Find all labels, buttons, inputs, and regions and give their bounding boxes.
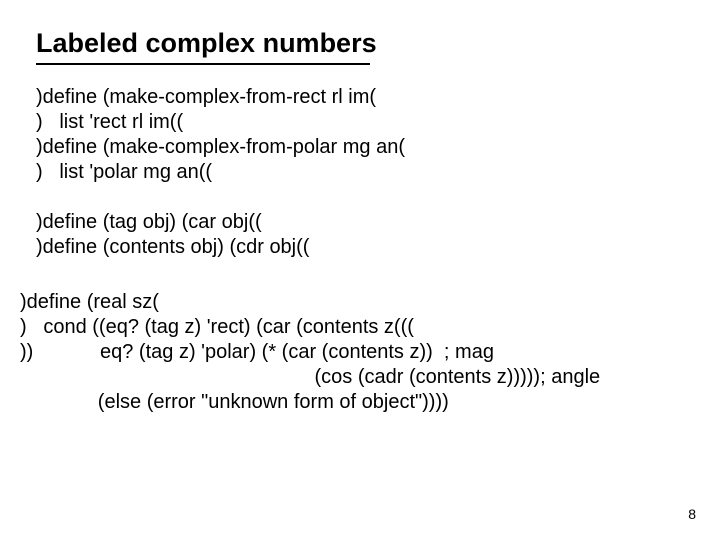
code-line: )define (contents obj) (cdr obj(( bbox=[36, 236, 309, 258]
code-line: )define (tag obj) (car obj(( bbox=[36, 211, 262, 233]
code-line: ) cond ((eq? (tag z) 'rect) (car (conten… bbox=[20, 315, 600, 340]
code-block-real: )define (real sz() cond ((eq? (tag z) 'r… bbox=[20, 290, 600, 415]
slide: Labeled complex numbers )define (make-co… bbox=[0, 0, 720, 540]
code-block-constructors: )define (make-complex-from-rect rl im( )… bbox=[36, 85, 405, 185]
code-line: (cos (cadr (contents z))))); angle bbox=[20, 365, 600, 390]
code-line: )define (make-complex-from-rect rl im( bbox=[36, 86, 376, 108]
page-number: 8 bbox=[688, 506, 696, 522]
title-underline bbox=[36, 63, 370, 65]
code-line: (else (error "unknown form of object")))… bbox=[20, 390, 600, 415]
code-line: )define (real sz( bbox=[20, 290, 600, 315]
code-block-accessors: )define (tag obj) (car obj(( )define (co… bbox=[36, 210, 309, 260]
code-line: ) list 'polar mg an(( bbox=[36, 161, 212, 183]
code-line: ) list 'rect rl im(( bbox=[36, 111, 183, 133]
code-line: )) eq? (tag z) 'polar) (* (car (contents… bbox=[20, 340, 600, 365]
slide-title: Labeled complex numbers bbox=[36, 28, 377, 59]
code-line: )define (make-complex-from-polar mg an( bbox=[36, 136, 405, 158]
